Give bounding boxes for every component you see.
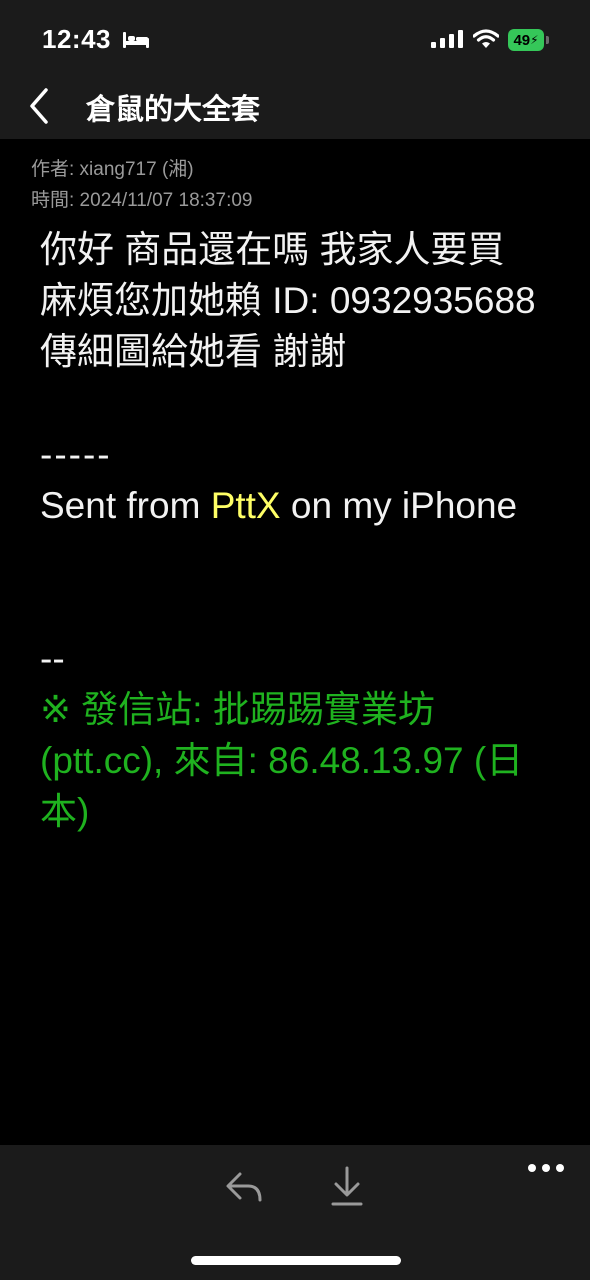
charging-bolt-icon: ⚡ xyxy=(530,33,539,47)
sent-app-name: PttX xyxy=(210,485,281,526)
page-title: 倉鼠的大全套 xyxy=(86,94,261,126)
battery-level: 49 ⚡ xyxy=(508,29,544,51)
status-time: 12:43 xyxy=(42,24,111,54)
sent-suffix: on my iPhone xyxy=(280,485,518,526)
more-dots-icon[interactable] xyxy=(527,1162,565,1174)
download-arrow-icon[interactable] xyxy=(330,1166,364,1208)
bed-icon xyxy=(123,32,149,48)
post-author: 作者: xiang717 (湘) xyxy=(31,159,194,180)
post-time: 時間: 2024/11/07 18:37:09 xyxy=(31,190,253,211)
post-body: 你好 商品還在嗎 我家人要買 麻煩您加她賴 ID: 0932935688 傳細圖… xyxy=(40,229,536,372)
wifi-icon xyxy=(473,29,499,48)
chevron-left-icon[interactable] xyxy=(26,86,52,126)
sent-prefix: Sent from xyxy=(40,485,211,526)
signature-separator: -- xyxy=(40,638,65,679)
content-separator: ----- xyxy=(40,434,112,475)
signal-icon xyxy=(431,30,463,48)
sent-from-line: Sent from PttX on my iPhone xyxy=(40,480,540,531)
reply-icon[interactable] xyxy=(224,1168,264,1208)
battery-cap xyxy=(546,36,549,44)
home-indicator[interactable] xyxy=(191,1256,401,1265)
battery-indicator: 49 ⚡ xyxy=(508,29,550,51)
origin-info: ※ 發信站: 批踢踢實業坊 (ptt.cc), 來自: 86.48.13.97 … xyxy=(40,689,524,832)
